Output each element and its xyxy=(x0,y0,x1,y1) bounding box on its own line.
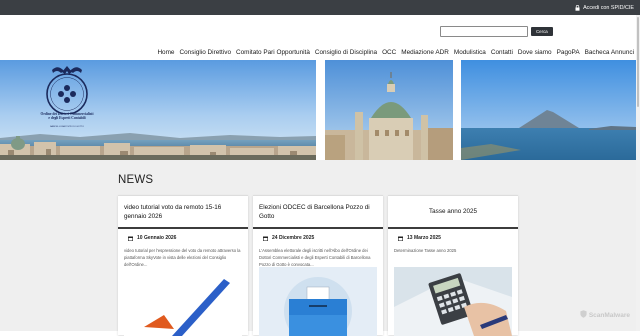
nav-consiglio-di-disciplina[interactable]: Consiglio di Disciplina xyxy=(315,49,377,56)
card-image-calculator xyxy=(394,267,512,336)
card-title[interactable]: Tasse anno 2025 xyxy=(394,207,512,216)
nav-mediazione-adr[interactable]: Mediazione ADR xyxy=(401,49,449,56)
news-card[interactable]: Tasse anno 2025 13 Marzo 2025 Determinaz… xyxy=(388,195,518,335)
card-excerpt: Determinazione Tasse anno 2025 xyxy=(388,241,518,254)
card-date: 13 Marzo 2025 xyxy=(388,229,518,241)
news-heading: NEWS xyxy=(118,174,153,186)
hero-cathedral-image xyxy=(325,60,453,160)
nav-contatti[interactable]: Contatti xyxy=(491,49,513,56)
nav-pagopa[interactable]: PagoPA xyxy=(557,49,580,56)
card-date-text: 24 Dicembre 2025 xyxy=(272,235,314,241)
hero-banner: Ordine dei Dottori Commercialisti e degl… xyxy=(0,60,640,160)
card-image-ballot-box xyxy=(259,267,377,336)
card-excerpt: L'Assemblea elettorale degli iscritti ne… xyxy=(253,241,383,268)
watermark-text: ScanMalware xyxy=(589,312,630,319)
card-header: Tasse anno 2025 xyxy=(388,196,518,229)
nav-comitato-pari-opportunita[interactable]: Comitato Pari Opportunità xyxy=(236,49,310,56)
card-header: video tutorial voto da remoto 15-16 genn… xyxy=(118,196,248,229)
card-date: 24 Dicembre 2025 xyxy=(253,229,383,241)
card-date-text: 10 Gennaio 2026 xyxy=(137,235,176,241)
card-date-text: 13 Marzo 2025 xyxy=(407,235,441,241)
card-title[interactable]: video tutorial voto da remoto 15-16 genn… xyxy=(124,203,242,221)
nav-bacheca-annunci[interactable]: Bacheca Annunci xyxy=(585,49,634,56)
scrollbar-thumb[interactable] xyxy=(637,17,639,107)
logo-subcaption: BARCELLONA POZZO DI GOTTO xyxy=(28,126,106,128)
spid-login-link[interactable]: Accedi con SPID/CIE xyxy=(575,0,634,15)
search-bar: Cerca xyxy=(440,26,553,37)
nav-dove-siamo[interactable]: Dove siamo xyxy=(518,49,552,56)
calendar-icon xyxy=(398,236,403,241)
calendar-icon xyxy=(263,236,268,241)
nav-home[interactable]: Home xyxy=(157,49,174,56)
logo-caption: Ordine dei Dottori Commercialisti e degl… xyxy=(28,112,106,120)
search-input[interactable] xyxy=(440,26,528,37)
login-label: Accedi con SPID/CIE xyxy=(583,5,634,11)
card-title[interactable]: Elezioni ODCEC di Barcellona Pozzo di Go… xyxy=(259,203,377,221)
top-bar: Accedi con SPID/CIE xyxy=(0,0,640,15)
calendar-icon xyxy=(128,236,133,241)
nav-modulistica[interactable]: Modulistica xyxy=(454,49,486,56)
search-button[interactable]: Cerca xyxy=(531,27,553,36)
card-excerpt: video tutorial per l'espressione del vot… xyxy=(118,241,248,268)
shield-icon xyxy=(580,310,587,320)
news-card[interactable]: video tutorial voto da remoto 15-16 genn… xyxy=(118,195,248,335)
scanmalware-watermark: ScanMalware xyxy=(580,310,630,320)
lock-icon xyxy=(575,5,580,10)
logo-line-2: e degli Esperti Contabili xyxy=(28,116,106,120)
news-card[interactable]: Elezioni ODCEC di Barcellona Pozzo di Go… xyxy=(253,195,383,335)
nav-occ[interactable]: OCC xyxy=(382,49,396,56)
main-nav: Home Consiglio Direttivo Comitato Pari O… xyxy=(157,49,634,56)
card-date: 10 Gennaio 2026 xyxy=(118,229,248,241)
card-image-vote-check xyxy=(124,267,242,336)
card-header: Elezioni ODCEC di Barcellona Pozzo di Go… xyxy=(253,196,383,229)
page-scrollbar[interactable] xyxy=(636,15,640,331)
hero-sea-image xyxy=(461,60,636,160)
nav-consiglio-direttivo[interactable]: Consiglio Direttivo xyxy=(180,49,232,56)
